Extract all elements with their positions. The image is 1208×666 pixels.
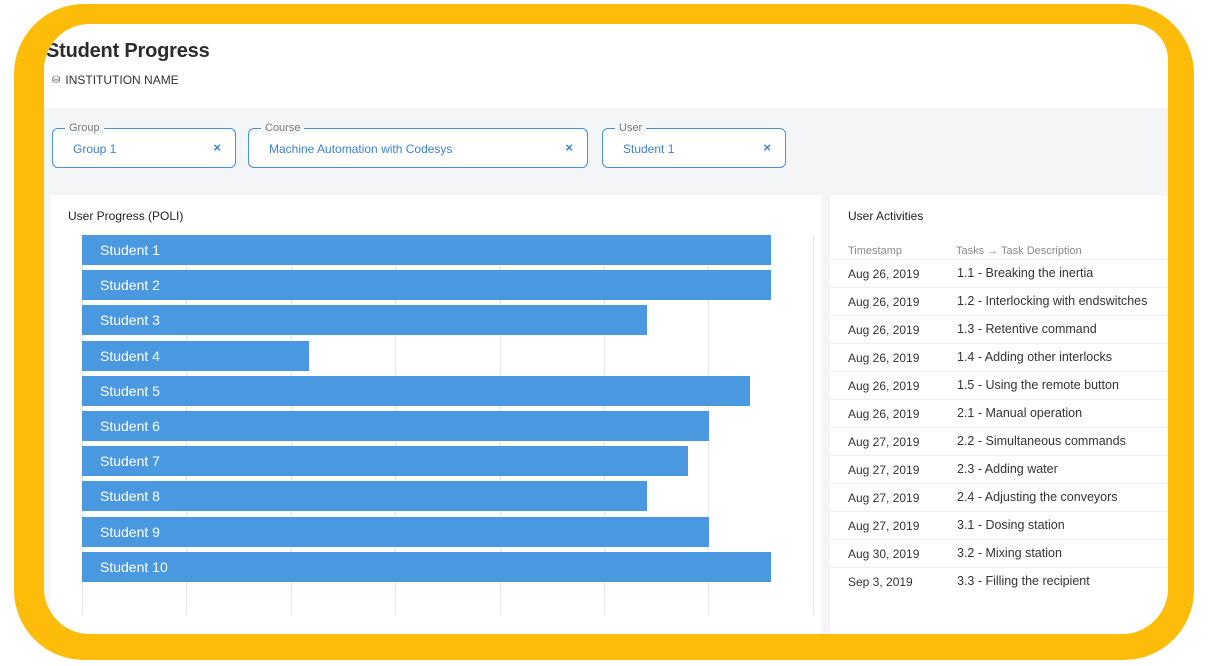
course-filter-value[interactable]: Machine Automation with Codesys: [269, 142, 452, 156]
activity-timestamp: Aug 27, 2019: [848, 463, 920, 477]
progress-bar[interactable]: Student 4: [82, 341, 309, 371]
chart-gridline: [813, 235, 814, 615]
progress-bar-label: Student 10: [100, 559, 168, 575]
group-filter-value[interactable]: Group 1: [73, 142, 116, 156]
progress-bar[interactable]: Student 8: [82, 481, 647, 511]
activity-timestamp: Aug 27, 2019: [848, 491, 920, 505]
database-icon: ⛁: [52, 74, 61, 86]
group-filter[interactable]: Group Group 1 ×: [52, 121, 236, 168]
activity-row[interactable]: Aug 26, 2019 1.2 - Interlocking with ends…: [830, 287, 1168, 315]
activity-task: 2.3 - Adding water: [957, 462, 1058, 476]
progress-bar[interactable]: Student 9: [82, 517, 709, 547]
timestamp-column-header[interactable]: Timestamp: [848, 245, 902, 257]
progress-bar-label: Student 9: [100, 524, 160, 540]
main-content: Group Group 1 × Course Machine Automatio…: [44, 108, 1168, 634]
activity-row[interactable]: Aug 27, 2019 2.3 - Adding water: [830, 455, 1168, 483]
progress-bar-label: Student 3: [100, 312, 160, 328]
progress-bar[interactable]: Student 6: [82, 411, 709, 441]
progress-bar-label: Student 2: [100, 277, 160, 293]
activity-task: 1.1 - Breaking the inertia: [957, 266, 1094, 280]
app-screen: Student Progress ⛁ INSTITUTION NAME Grou…: [44, 24, 1168, 634]
progress-bar[interactable]: Student 7: [82, 446, 688, 476]
progress-bar[interactable]: Student 1: [82, 235, 771, 265]
progress-bar-label: Student 5: [100, 383, 160, 399]
course-filter-label: Course: [261, 121, 305, 135]
activity-task: 3.1 - Dosing station: [957, 518, 1065, 532]
activities-panel-title: User Activities: [848, 209, 924, 223]
activity-row[interactable]: Aug 26, 2019 1.3 - Retentive command: [830, 315, 1168, 343]
activity-row[interactable]: Sep 3, 2019 3.3 - Filling the recipient: [830, 567, 1168, 595]
activity-timestamp: Aug 30, 2019: [848, 547, 920, 561]
progress-bar[interactable]: Student 3: [82, 305, 647, 335]
clear-course-icon[interactable]: ×: [565, 140, 573, 155]
activity-timestamp: Aug 26, 2019: [848, 323, 920, 337]
activity-task: 1.4 - Adding other interlocks: [957, 350, 1112, 364]
group-filter-label: Group: [65, 121, 104, 135]
progress-bar-label: Student 7: [100, 453, 160, 469]
activity-timestamp: Aug 27, 2019: [848, 519, 920, 533]
page-header: Student Progress ⛁ INSTITUTION NAME: [44, 24, 1168, 108]
user-filter-value[interactable]: Student 1: [623, 142, 674, 156]
progress-bar-label: Student 1: [100, 242, 160, 258]
user-progress-panel: User Progress (POLI) Student 1 Student 2 S…: [50, 195, 822, 634]
institution-row: ⛁ INSTITUTION NAME: [52, 73, 179, 87]
user-activities-panel: User Activities Timestamp Tasks → Task D…: [830, 195, 1168, 634]
activity-timestamp: Aug 26, 2019: [848, 295, 920, 309]
user-filter-label: User: [615, 121, 647, 135]
activity-task: 2.1 - Manual operation: [957, 406, 1083, 420]
progress-bar[interactable]: Student 10: [82, 552, 771, 582]
activity-timestamp: Aug 26, 2019: [848, 379, 920, 393]
institution-name: INSTITUTION NAME: [65, 73, 179, 87]
activity-row[interactable]: Aug 26, 2019 1.4 - Adding other interlock…: [830, 343, 1168, 371]
activity-timestamp: Aug 26, 2019: [848, 407, 920, 421]
activity-row[interactable]: Aug 27, 2019 2.2 - Simultaneous commands: [830, 427, 1168, 455]
activity-row[interactable]: Aug 26, 2019 2.1 - Manual operation: [830, 399, 1168, 427]
activity-task: 3.2 - Mixing station: [957, 546, 1062, 560]
activity-row[interactable]: Aug 27, 2019 3.1 - Dosing station: [830, 511, 1168, 539]
progress-panel-title: User Progress (POLI): [68, 209, 184, 223]
course-filter[interactable]: Course Machine Automation with Codesys ×: [248, 121, 588, 168]
activity-timestamp: Sep 3, 2019: [848, 575, 913, 589]
user-filter[interactable]: User Student 1 ×: [602, 121, 786, 168]
activity-row[interactable]: Aug 27, 2019 2.4 - Adjusting the conveyor…: [830, 483, 1168, 511]
progress-bar-label: Student 8: [100, 488, 160, 504]
clear-group-icon[interactable]: ×: [213, 140, 221, 155]
activity-task: 1.2 - Interlocking with endswitches: [957, 294, 1148, 308]
activity-row[interactable]: Aug 30, 2019 3.2 - Mixing station: [830, 539, 1168, 567]
progress-bar-label: Student 4: [100, 348, 160, 364]
progress-bar-label: Student 6: [100, 418, 160, 434]
activity-task: 2.2 - Simultaneous commands: [957, 434, 1126, 448]
activity-task: 1.5 - Using the remote button: [957, 378, 1119, 392]
task-column-header[interactable]: Tasks → Task Description: [956, 245, 1082, 257]
activity-timestamp: Aug 26, 2019: [848, 351, 920, 365]
activity-timestamp: Aug 26, 2019: [848, 267, 920, 281]
activity-row[interactable]: Aug 26, 2019 1.1 - Breaking the inertia: [830, 259, 1168, 287]
clear-user-icon[interactable]: ×: [763, 140, 771, 155]
activity-row[interactable]: Aug 26, 2019 1.5 - Using the remote butto…: [830, 371, 1168, 399]
progress-bar[interactable]: Student 5: [82, 376, 750, 406]
activity-task: 3.3 - Filling the recipient: [957, 574, 1090, 588]
activity-task: 1.3 - Retentive command: [957, 322, 1097, 336]
activity-task: 2.4 - Adjusting the conveyors: [957, 490, 1118, 504]
activity-timestamp: Aug 27, 2019: [848, 435, 920, 449]
page-title: Student Progress: [46, 40, 210, 62]
progress-bar[interactable]: Student 2: [82, 270, 771, 300]
